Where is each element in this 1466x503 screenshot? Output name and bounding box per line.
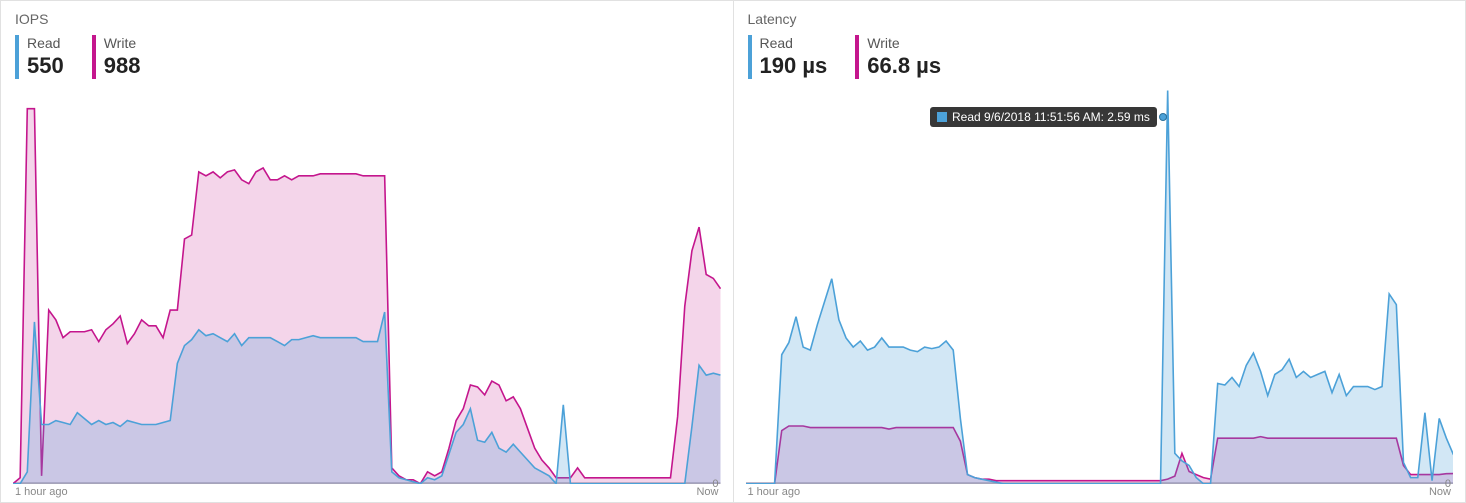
chart-svg-iops bbox=[13, 89, 721, 484]
metric-label: Write bbox=[867, 35, 941, 52]
axis-bottom-iops: 1 hour ago Now bbox=[13, 484, 721, 498]
zero-label: 0 bbox=[712, 478, 718, 490]
metric-iops-read: Read 550 bbox=[15, 35, 64, 79]
chart-svg-latency bbox=[746, 89, 1454, 484]
metric-value: 66.8 µs bbox=[867, 52, 941, 80]
metric-label: Write bbox=[104, 35, 141, 52]
panel-iops: IOPS Read 550 Write 988 0 1 hour ago Now bbox=[1, 1, 733, 502]
axis-left-label: 1 hour ago bbox=[748, 486, 801, 498]
metric-label: Read bbox=[27, 35, 64, 52]
chart-latency[interactable]: 0 Read 9/6/2018 11:51:56 AM: 2.59 ms bbox=[746, 89, 1454, 484]
axis-left-label: 1 hour ago bbox=[15, 486, 68, 498]
metric-value: 988 bbox=[104, 52, 141, 80]
metric-value: 550 bbox=[27, 52, 64, 80]
metric-value: 190 µs bbox=[760, 52, 828, 80]
metric-iops-write: Write 988 bbox=[92, 35, 141, 79]
metrics-latency: Read 190 µs Write 66.8 µs bbox=[748, 35, 1454, 79]
panel-latency: Latency Read 190 µs Write 66.8 µs 0 Read… bbox=[733, 1, 1466, 502]
metric-label: Read bbox=[760, 35, 828, 52]
panel-title-latency: Latency bbox=[748, 11, 1454, 27]
chart-iops[interactable]: 0 bbox=[13, 89, 721, 484]
panel-title-iops: IOPS bbox=[15, 11, 721, 27]
metric-latency-read: Read 190 µs bbox=[748, 35, 828, 79]
metric-latency-write: Write 66.8 µs bbox=[855, 35, 941, 79]
dashboard: IOPS Read 550 Write 988 0 1 hour ago Now… bbox=[0, 0, 1466, 503]
zero-label: 0 bbox=[1445, 478, 1451, 490]
axis-bottom-latency: 1 hour ago Now bbox=[746, 484, 1454, 498]
metrics-iops: Read 550 Write 988 bbox=[15, 35, 721, 79]
